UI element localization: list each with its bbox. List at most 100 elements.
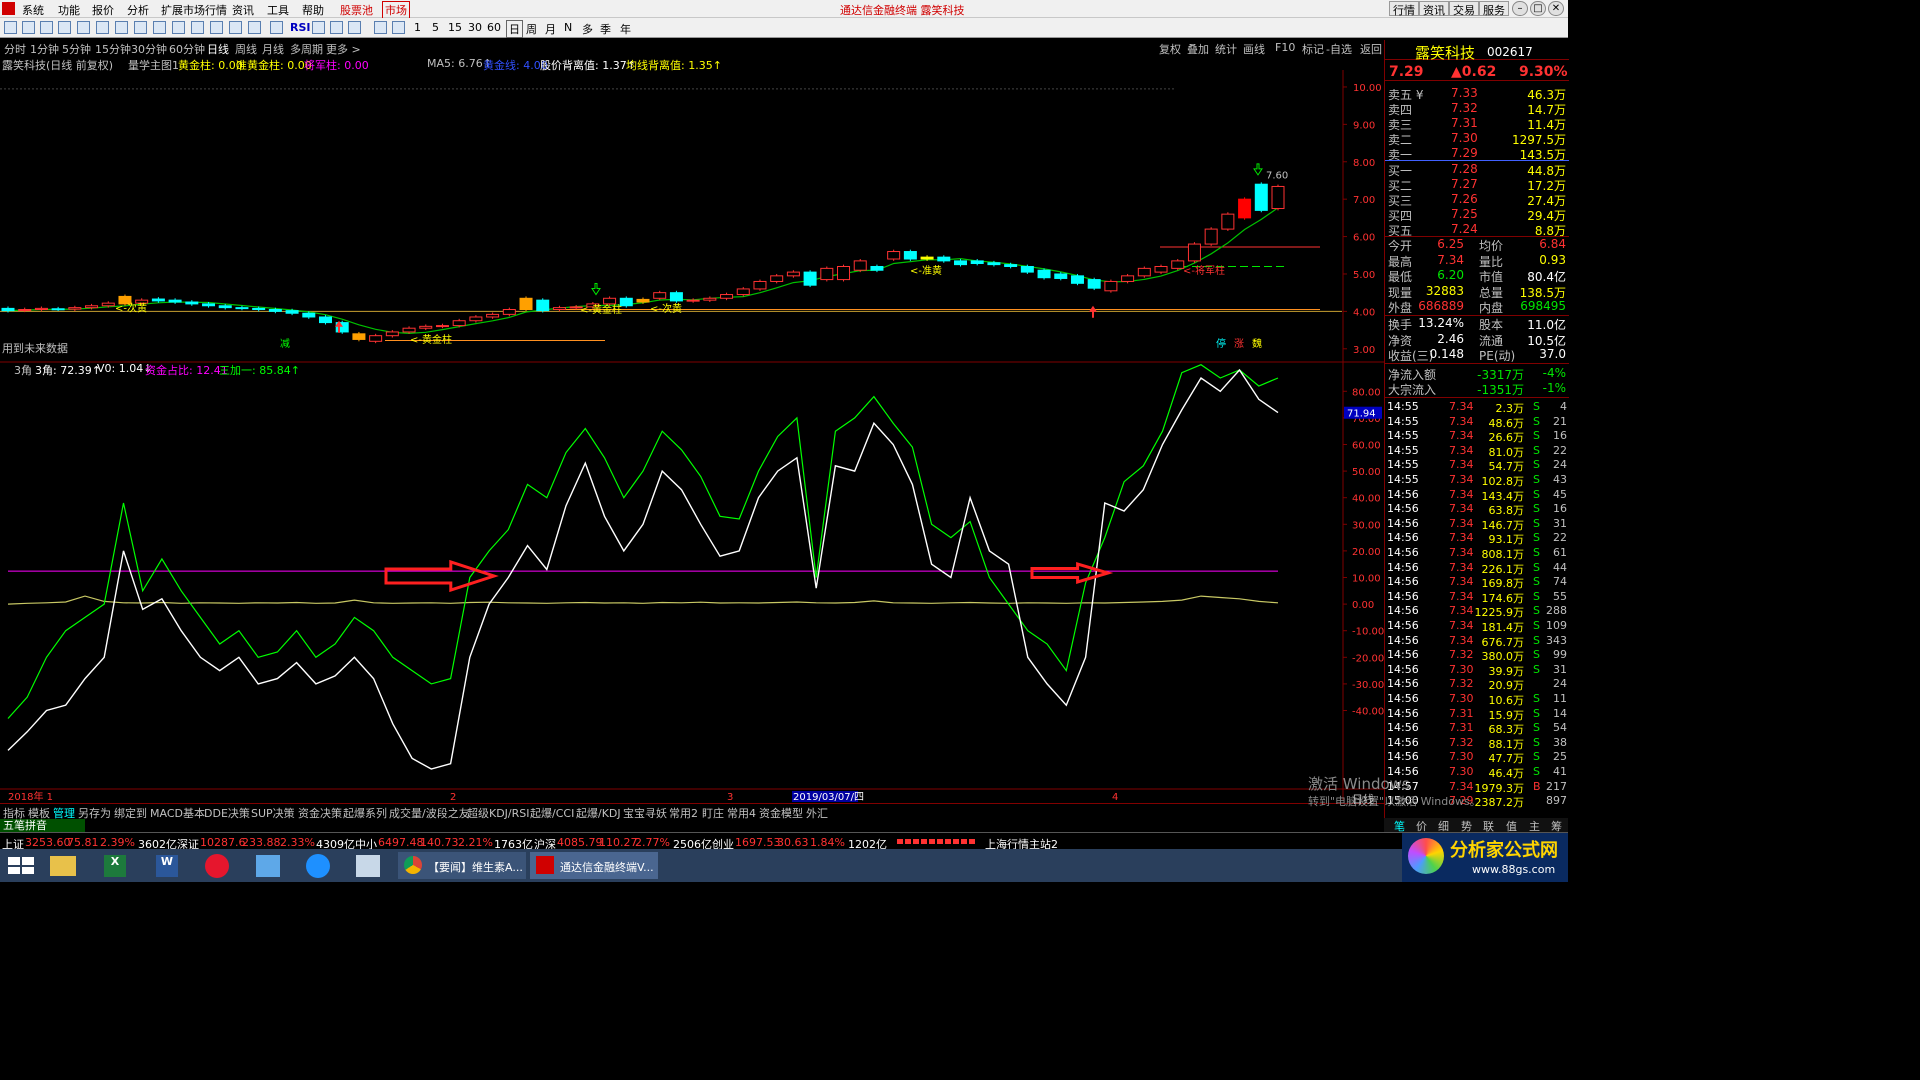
formula-icon[interactable] [229,21,242,34]
kline-icon[interactable] [392,21,405,34]
menu-system[interactable]: 系统 [22,2,44,18]
line-chart-icon[interactable] [96,21,109,34]
period-year[interactable]: 年 [620,21,631,37]
menu-stock-pool[interactable]: 股票池 [340,2,373,18]
tab-common4[interactable]: 常用4 [727,805,756,821]
tab-volume[interactable]: 成交量/波段之友 [389,805,470,821]
minimize-button[interactable]: – [1512,1,1528,16]
tab-period-30min[interactable]: 30分钟 [131,41,167,57]
trade-button[interactable]: 交易 [1449,1,1479,17]
bid-row[interactable]: 买五 7.24 8.8万 [1385,222,1569,238]
tab-sup[interactable]: SUP决策 [251,805,295,821]
trend-icon[interactable] [270,21,283,34]
alarm-icon[interactable] [210,21,223,34]
file-explorer-icon[interactable] [50,856,76,876]
menu-market[interactable]: 市场 [382,1,410,19]
period-week[interactable]: 周 [526,21,537,37]
up-icon[interactable] [22,21,35,34]
move-icon[interactable] [330,21,343,34]
candle-icon[interactable] [115,21,128,34]
tab-watch[interactable]: 盯庄 [702,805,724,821]
tab-mark[interactable]: 标记 [1302,41,1324,57]
tab-bindto[interactable]: 绑定到 [114,805,147,821]
tab-period-multi[interactable]: 多周期 [290,41,323,57]
bid-row[interactable]: 买二 7.27 17.2万 [1385,177,1569,193]
close-button[interactable]: ✕ [1548,1,1564,16]
period-n[interactable]: N [564,21,572,34]
menu-extended-market[interactable]: 扩展市场行情 [161,2,227,18]
chart-area[interactable]: 10.00 9.00 8.00 7.00 6.00 5.00 4.00 3.00 <-次黄 <-黄… [0,70,1384,802]
menu-quote[interactable]: 报价 [92,2,114,18]
tab-rights[interactable]: 复权 [1159,41,1181,57]
ask-row[interactable]: 卖三 7.31 11.4万 [1385,116,1569,132]
windows-start-icon[interactable] [3,852,37,879]
period-month[interactable]: 月 [545,21,556,37]
period-60min[interactable]: 60 [487,21,501,34]
period-multi[interactable]: 多 [582,21,593,37]
excel-icon[interactable]: X [104,855,126,877]
tab-f10[interactable]: F10 [1275,41,1295,54]
period-15min[interactable]: 15 [448,21,462,34]
period-30min[interactable]: 30 [468,21,482,34]
tab-cci[interactable]: 起爆/CCI [530,805,574,821]
paint-icon[interactable] [356,855,380,877]
tab-common2[interactable]: 常用2 [669,805,698,821]
calculator-icon[interactable] [58,21,71,34]
tab-period-1min[interactable]: 1分钟 [30,41,59,57]
qtab-7[interactable]: 筹 [1551,818,1562,834]
menu-help[interactable]: 帮助 [302,2,324,18]
tab-stats[interactable]: 统计 [1215,41,1237,57]
input-method-label[interactable]: 五笔拼音 [0,819,85,832]
table-icon[interactable] [134,21,147,34]
tab-overlay[interactable]: 叠加 [1187,41,1209,57]
tab-macd[interactable]: MACD基本 [150,805,205,821]
down-icon[interactable] [40,21,53,34]
bird-icon[interactable] [256,855,280,877]
tab-period-more[interactable]: 更多 > [326,41,361,57]
tab-dde[interactable]: DDE决策 [204,805,250,821]
qtab-0[interactable]: 笔 [1394,818,1405,834]
qtab-4[interactable]: 联 [1483,818,1494,834]
period-season[interactable]: 季 [600,21,611,37]
ask-row[interactable]: 卖五 ¥7.33 46.3万 [1385,86,1569,102]
qtab-1[interactable]: 价 [1416,818,1427,834]
fs-icon[interactable] [374,21,387,34]
tab-period-week[interactable]: 周线 [235,41,257,57]
qtab-2[interactable]: 细 [1438,818,1449,834]
tab-fund-model[interactable]: 资金模型 [759,805,803,821]
qtab-5[interactable]: 值 [1506,818,1517,834]
grid-icon[interactable] [77,21,90,34]
tab-fund[interactable]: 资金决策 [298,805,342,821]
rsi-button[interactable]: RSI [290,21,311,34]
tab-period-day[interactable]: 日线 [207,41,229,57]
f10-icon[interactable] [153,21,166,34]
ask-row[interactable]: 卖一 7.29 143.5万 [1385,146,1569,162]
period-5min[interactable]: 5 [432,21,439,34]
period-1min[interactable]: 1 [414,21,421,34]
tab-period-60min[interactable]: 60分钟 [169,41,205,57]
ask-row[interactable]: 卖二 7.30 1297.5万 [1385,131,1569,147]
tab-return[interactable]: 返回 [1360,41,1382,57]
bid-row[interactable]: 买一 7.28 44.8万 [1385,162,1569,178]
service-button[interactable]: 服务 [1479,1,1509,17]
tab-kdj-rsi[interactable]: 超级KDJ/RSI [467,805,530,821]
news-button[interactable]: 资讯 [1419,1,1449,17]
bid-row[interactable]: 买四 7.25 29.4万 [1385,207,1569,223]
screen-icon[interactable] [191,21,204,34]
market-button[interactable]: 行情 [1389,1,1419,17]
menu-analysis[interactable]: 分析 [127,2,149,18]
media-icon[interactable] [306,854,330,878]
tab-period-timeshare[interactable]: 分时 [4,41,26,57]
menu-function[interactable]: 功能 [58,2,80,18]
tab-period-month[interactable]: 月线 [262,41,284,57]
dollar-icon[interactable] [312,21,325,34]
report-icon[interactable] [172,21,185,34]
menu-tools[interactable]: 工具 [267,2,289,18]
tab-baby[interactable]: 宝宝寻妖 [623,805,667,821]
tab-takeoff[interactable]: 起爆系列 [343,805,387,821]
zoom-icon[interactable] [248,21,261,34]
word-icon[interactable]: W [156,855,178,877]
qtab-6[interactable]: 主 [1529,818,1540,834]
tab-kdj[interactable]: 起爆/KDJ [576,805,621,821]
menu-news[interactable]: 资讯 [232,2,254,18]
